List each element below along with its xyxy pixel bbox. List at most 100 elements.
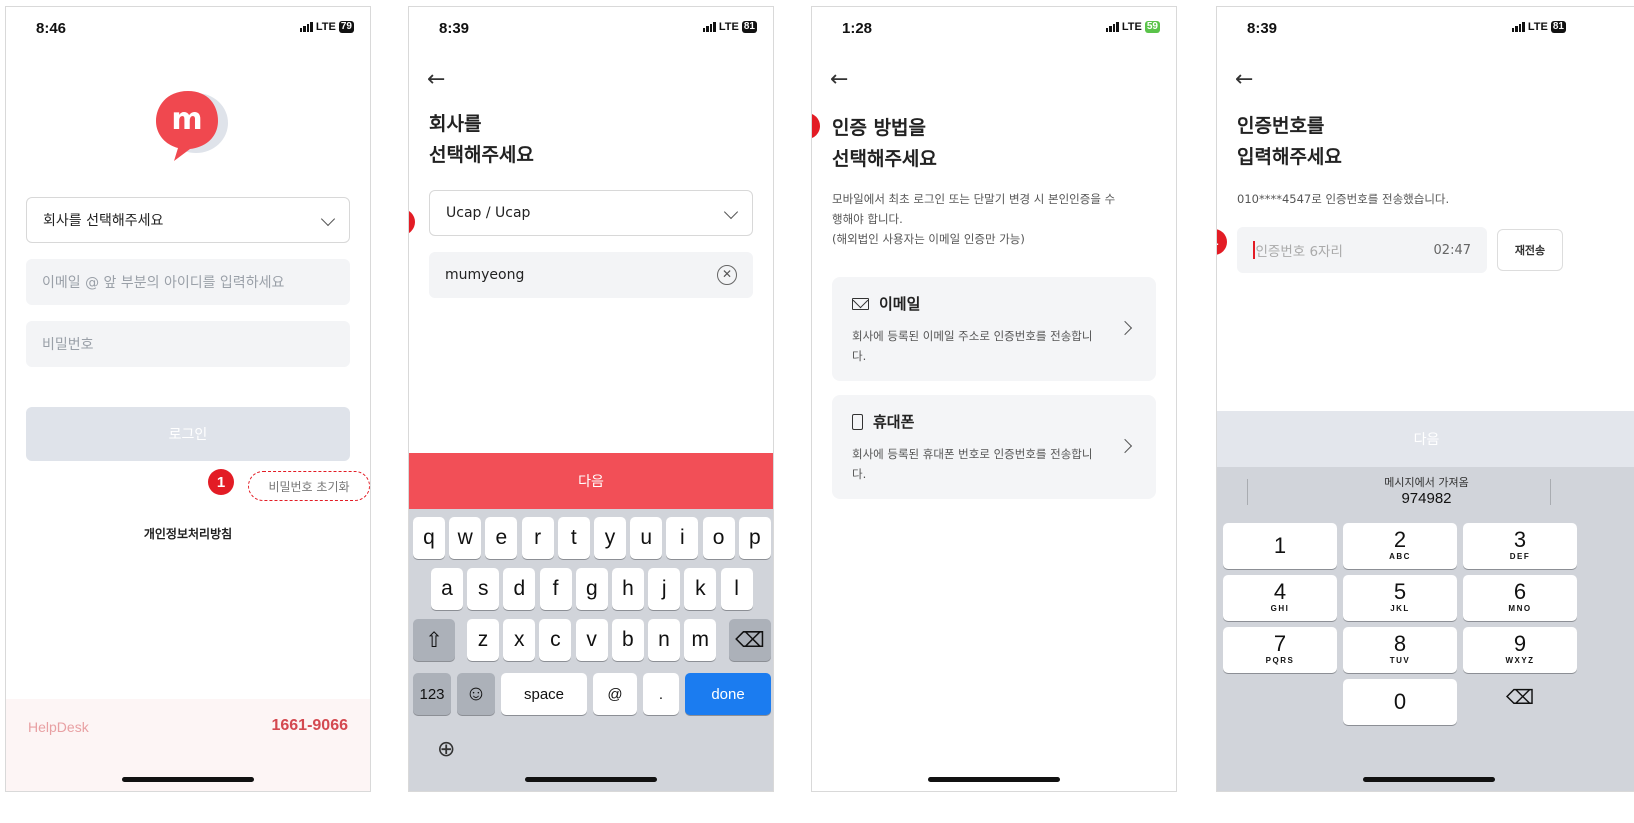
resend-button[interactable]: 재전송 xyxy=(1497,229,1563,271)
app-logo-icon: m xyxy=(156,91,228,161)
login-button[interactable]: 로그인 xyxy=(26,407,350,461)
home-indicator xyxy=(122,777,254,782)
title-line-2: 선택해주세요 xyxy=(832,148,937,170)
key-c[interactable]: c xyxy=(539,619,572,661)
home-indicator xyxy=(1363,777,1495,782)
email-placeholder: 이메일 @ 앞 부분의 아이디를 입력하세요 xyxy=(42,275,285,291)
email-auth-card[interactable]: 이메일 회사에 등록된 이메일 주소로 인증번호를 전송합니다. xyxy=(832,277,1156,381)
key-n[interactable]: n xyxy=(648,619,680,661)
key-v[interactable]: v xyxy=(575,619,608,661)
key-f[interactable]: f xyxy=(539,568,572,610)
chevron-down-icon xyxy=(320,211,336,227)
network-label: LTE xyxy=(1527,21,1548,33)
key-p[interactable]: p xyxy=(738,517,771,559)
key-j[interactable]: j xyxy=(648,568,681,610)
password-input[interactable]: 비밀번호 xyxy=(26,321,350,367)
numbers-key[interactable]: 123 xyxy=(413,673,451,715)
privacy-policy-link[interactable]: 개인정보처리방침 xyxy=(6,525,370,542)
space-key[interactable]: space xyxy=(501,673,587,715)
numpad-key-2[interactable]: 2 ABC xyxy=(1343,523,1457,569)
email-auth-title-row: 이메일 xyxy=(852,293,1136,314)
company-select[interactable]: Ucap / Ucap xyxy=(429,190,753,236)
network-label: LTE xyxy=(1121,21,1142,33)
code-input[interactable]: 인증번호 6자리 02:47 xyxy=(1237,227,1487,273)
key-r[interactable]: r xyxy=(521,517,554,559)
step-badge-4: 4 xyxy=(1217,229,1227,255)
numpad-digit: 6 xyxy=(1513,579,1527,604)
numpad-key-7[interactable]: 7 PQRS xyxy=(1223,627,1337,673)
numpad-key-8[interactable]: 8 TUV xyxy=(1343,627,1457,673)
key-d[interactable]: d xyxy=(503,568,536,610)
signal-indicator: LTE 81 xyxy=(1511,21,1566,33)
sent-info: 010****4547로 인증번호를 전송했습니다. xyxy=(1237,192,1450,206)
mobile-phone-icon xyxy=(852,413,863,430)
numpad-key-4[interactable]: 4 GHI xyxy=(1223,575,1337,621)
key-s[interactable]: s xyxy=(467,568,500,610)
chevron-right-icon xyxy=(1117,320,1133,336)
next-button[interactable]: 다음 xyxy=(409,453,773,509)
key-b[interactable]: b xyxy=(611,619,644,661)
numpad-digit: 0 xyxy=(1393,689,1407,714)
emoji-key[interactable]: ☺ xyxy=(457,673,495,715)
key-z[interactable]: z xyxy=(467,619,499,661)
at-key[interactable]: @ xyxy=(593,673,637,715)
numpad-letters: GHI xyxy=(1270,604,1290,613)
dot-key[interactable]: . xyxy=(643,673,679,715)
status-time: 8:46 xyxy=(36,20,67,37)
next-button[interactable]: 다음 xyxy=(1217,411,1634,467)
id-input[interactable]: mumyeong ✕ xyxy=(429,252,753,298)
key-o[interactable]: o xyxy=(702,517,735,559)
login-screen: 8:46 LTE 79 m 회사를 선택해주세요 이메일 @ 앞 부분의 아이디… xyxy=(5,6,371,792)
key-i[interactable]: i xyxy=(666,517,699,559)
suggestion-divider xyxy=(1550,479,1551,505)
chevron-right-icon xyxy=(1117,438,1133,454)
numpad-key-0[interactable]: 0 xyxy=(1343,679,1457,725)
key-y[interactable]: y xyxy=(594,517,626,559)
key-l[interactable]: l xyxy=(720,568,753,610)
key-q[interactable]: q xyxy=(413,517,445,559)
reset-password-link[interactable]: 비밀번호 초기화 xyxy=(248,471,370,501)
key-h[interactable]: h xyxy=(612,568,644,610)
clear-icon[interactable]: ✕ xyxy=(717,265,737,285)
logo-letter: m xyxy=(171,102,202,137)
numpad-digit: 9 xyxy=(1513,631,1527,656)
backspace-key[interactable]: ⌫ xyxy=(1463,674,1577,720)
back-arrow-icon[interactable]: ← xyxy=(1235,67,1253,92)
company-select-value: Ucap / Ucap xyxy=(446,205,531,221)
numpad-key-6[interactable]: 6 MNO xyxy=(1463,575,1577,621)
mail-icon xyxy=(852,297,869,310)
phone-auth-card[interactable]: 휴대폰 회사에 등록된 휴대폰 번호로 인증번호를 전송합니다. xyxy=(832,395,1156,499)
suggestion-label: 메시지에서 가져옴 xyxy=(1384,476,1469,489)
otp-suggestion[interactable]: 메시지에서 가져옴 974982 xyxy=(1217,467,1634,517)
key-u[interactable]: u xyxy=(630,517,663,559)
title-line-2: 선택해주세요 xyxy=(429,144,534,166)
back-arrow-icon[interactable]: ← xyxy=(427,67,445,92)
step-badge-1: 1 xyxy=(208,469,234,495)
battery-icon: 79 xyxy=(338,21,354,33)
globe-icon[interactable]: ⊕ xyxy=(437,737,455,762)
key-a[interactable]: a xyxy=(431,568,463,610)
shift-key[interactable]: ⇧ xyxy=(413,619,455,661)
numpad-key-5[interactable]: 5 JKL xyxy=(1343,575,1457,621)
numpad-letters: JKL xyxy=(1390,604,1410,613)
key-w[interactable]: w xyxy=(449,517,482,559)
key-t[interactable]: t xyxy=(557,517,590,559)
backspace-key[interactable]: ⌫ xyxy=(729,619,771,661)
numpad-key-9[interactable]: 9 WXYZ xyxy=(1463,627,1577,673)
done-key[interactable]: done xyxy=(685,673,771,715)
key-g[interactable]: g xyxy=(575,568,608,610)
title-line-1: 인증번호를 xyxy=(1237,115,1325,137)
numpad-key-1[interactable]: 1 xyxy=(1223,523,1337,569)
numpad-key-3[interactable]: 3 DEF xyxy=(1463,523,1577,569)
back-arrow-icon[interactable]: ← xyxy=(830,67,848,92)
company-select[interactable]: 회사를 선택해주세요 xyxy=(26,197,350,243)
helpdesk-phone[interactable]: 1661-9066 xyxy=(271,717,348,735)
key-m[interactable]: m xyxy=(684,619,717,661)
key-x[interactable]: x xyxy=(503,619,536,661)
helpdesk-label: HelpDesk xyxy=(28,719,89,735)
email-input[interactable]: 이메일 @ 앞 부분의 아이디를 입력하세요 xyxy=(26,259,350,305)
key-e[interactable]: e xyxy=(485,517,518,559)
signal-bars-icon xyxy=(702,22,716,32)
number-pad: 메시지에서 가져옴 974982 1 2 ABC 3 DEF 4 GHI 5 JKL 6 MNO 7 P… xyxy=(1217,467,1634,791)
key-k[interactable]: k xyxy=(684,568,717,610)
